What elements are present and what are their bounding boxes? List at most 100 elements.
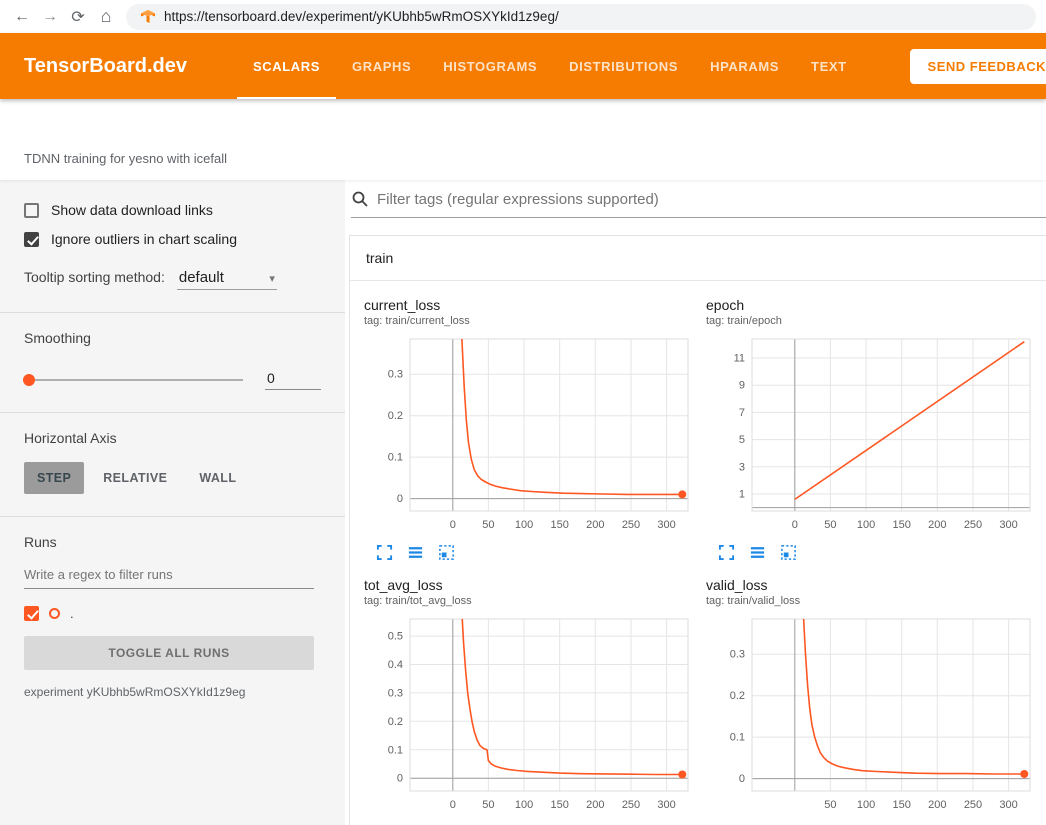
chart-card-epoch: epochtag: train/epoch0501001502002503001…: [706, 297, 1036, 561]
run-checkbox[interactable]: [24, 606, 39, 621]
svg-text:300: 300: [999, 519, 1017, 531]
tab-hparams[interactable]: HPARAMS: [694, 33, 795, 99]
tab-distributions[interactable]: DISTRIBUTIONS: [553, 33, 694, 99]
svg-text:50: 50: [824, 519, 836, 531]
svg-text:0: 0: [450, 519, 456, 531]
toggle-series-icon[interactable]: [407, 544, 424, 561]
svg-text:0.2: 0.2: [388, 410, 403, 422]
expand-chart-icon[interactable]: [376, 544, 393, 561]
smoothing-row: 0: [24, 370, 321, 390]
run-color-swatch-icon: [49, 608, 60, 619]
svg-text:0: 0: [397, 773, 403, 785]
chevron-down-icon: ▾: [247, 272, 275, 285]
chart-title: tot_avg_loss: [364, 577, 694, 593]
horizontal-axis-label: Horizontal Axis: [24, 430, 321, 446]
svg-text:0.1: 0.1: [388, 744, 403, 756]
chart-title: valid_loss: [706, 577, 1036, 593]
app-header: TensorBoard.dev SCALARSGRAPHSHISTOGRAMSD…: [0, 33, 1046, 99]
show-download-links-checkbox[interactable]: [24, 203, 39, 218]
ignore-outliers-row[interactable]: Ignore outliers in chart scaling: [24, 231, 321, 247]
tensorboard-favicon: [140, 9, 156, 25]
ignore-outliers-checkbox[interactable]: [24, 232, 39, 247]
svg-text:250: 250: [964, 799, 982, 811]
chart-plot[interactable]: 05010015020025030000.10.20.30.40.5: [364, 611, 694, 817]
search-icon: [351, 190, 369, 208]
svg-text:0.1: 0.1: [730, 732, 745, 744]
svg-text:200: 200: [586, 519, 604, 531]
svg-text:0: 0: [397, 493, 403, 505]
reload-icon[interactable]: ⟳: [64, 7, 92, 27]
ignore-outliers-label: Ignore outliers in chart scaling: [51, 231, 237, 247]
page: ← → ⟳ ⌂ https://tensorboard.dev/experime…: [0, 0, 1046, 825]
svg-text:200: 200: [928, 519, 946, 531]
chart-tag: tag: train/valid_loss: [706, 595, 1036, 607]
svg-text:0: 0: [450, 799, 456, 811]
tab-text[interactable]: TEXT: [795, 33, 863, 99]
svg-text:250: 250: [622, 799, 640, 811]
address-bar[interactable]: https://tensorboard.dev/experiment/yKUbh…: [126, 4, 1036, 30]
settings-sidebar: Show data download links Ignore outliers…: [0, 180, 345, 825]
svg-text:0.2: 0.2: [388, 716, 403, 728]
svg-text:0.3: 0.3: [388, 687, 403, 699]
chart-plot[interactable]: 0501001502002503001357911: [706, 331, 1036, 537]
group-title: train: [366, 250, 393, 266]
chart-tag: tag: train/epoch: [706, 315, 1036, 327]
svg-text:0.3: 0.3: [388, 369, 403, 381]
slider-thumb-icon[interactable]: [23, 374, 35, 386]
smoothing-slider[interactable]: [24, 379, 243, 381]
smoothing-label: Smoothing: [24, 330, 321, 346]
smoothing-value-input[interactable]: 0: [265, 370, 321, 390]
axis-wall-button[interactable]: WALL: [186, 462, 249, 494]
fit-domain-icon[interactable]: [780, 544, 797, 561]
svg-text:0: 0: [739, 773, 745, 785]
chart-plot[interactable]: 05010015020025030000.10.20.3: [364, 331, 694, 537]
svg-text:200: 200: [586, 799, 604, 811]
experiment-title: TDNN training for yesno with icefall: [24, 151, 227, 166]
chart-tag: tag: train/tot_avg_loss: [364, 595, 694, 607]
forward-icon[interactable]: →: [36, 8, 64, 26]
chart-plot[interactable]: 5010015020025030000.10.20.3: [706, 611, 1036, 817]
svg-text:150: 150: [893, 799, 911, 811]
svg-text:0: 0: [792, 519, 798, 531]
divider: [0, 516, 345, 517]
svg-text:0.5: 0.5: [388, 631, 403, 643]
tab-scalars[interactable]: SCALARS: [237, 33, 336, 99]
runs-filter-input[interactable]: [24, 562, 314, 589]
svg-text:250: 250: [964, 519, 982, 531]
tab-histograms[interactable]: HISTOGRAMS: [427, 33, 553, 99]
chart-title: current_loss: [364, 297, 694, 313]
svg-text:100: 100: [515, 799, 533, 811]
chart-card-tot_avg_loss: tot_avg_losstag: train/tot_avg_loss05010…: [364, 577, 694, 825]
svg-text:150: 150: [551, 519, 569, 531]
svg-text:3: 3: [739, 461, 745, 473]
browser-toolbar: ← → ⟳ ⌂ https://tensorboard.dev/experime…: [0, 0, 1046, 33]
tooltip-sorting-select[interactable]: default ▾: [177, 269, 277, 290]
run-row[interactable]: .: [24, 606, 321, 621]
run-name: .: [70, 606, 74, 621]
group-header[interactable]: train: [350, 236, 1046, 281]
tag-filter-row: [351, 184, 1046, 218]
axis-buttons: STEPRELATIVEWALL: [24, 462, 321, 494]
back-icon[interactable]: ←: [8, 8, 36, 26]
svg-text:100: 100: [857, 519, 875, 531]
axis-step-button[interactable]: STEP: [24, 462, 84, 494]
runs-label: Runs: [24, 534, 321, 550]
show-download-links-label: Show data download links: [51, 202, 213, 218]
toggle-all-runs-button[interactable]: TOGGLE ALL RUNS: [24, 636, 314, 670]
fit-domain-icon[interactable]: [438, 544, 455, 561]
tag-filter-input[interactable]: [377, 191, 1042, 208]
svg-text:0.2: 0.2: [730, 690, 745, 702]
show-download-links-row[interactable]: Show data download links: [24, 202, 321, 218]
svg-text:0.3: 0.3: [730, 649, 745, 661]
svg-text:300: 300: [657, 519, 675, 531]
expand-chart-icon[interactable]: [718, 544, 735, 561]
url-text: https://tensorboard.dev/experiment/yKUbh…: [164, 9, 559, 24]
chart-tag: tag: train/current_loss: [364, 315, 694, 327]
svg-text:1: 1: [739, 489, 745, 501]
toggle-series-icon[interactable]: [749, 544, 766, 561]
chart-title: epoch: [706, 297, 1036, 313]
send-feedback-button[interactable]: SEND FEEDBACK: [910, 49, 1046, 84]
axis-relative-button[interactable]: RELATIVE: [90, 462, 180, 494]
tab-graphs[interactable]: GRAPHS: [336, 33, 427, 99]
home-icon[interactable]: ⌂: [92, 6, 120, 27]
